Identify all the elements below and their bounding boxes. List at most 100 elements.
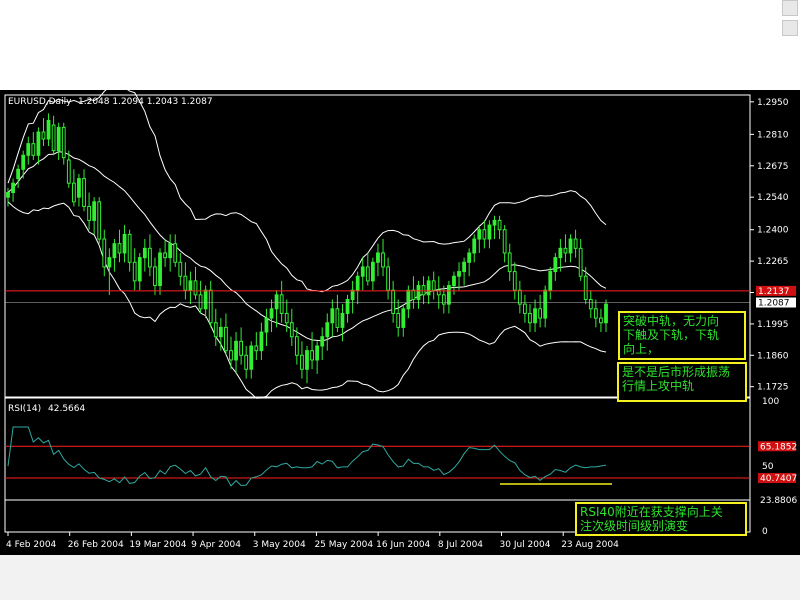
candle-body bbox=[573, 238, 578, 249]
candle-body bbox=[604, 303, 608, 324]
candle-body bbox=[16, 168, 21, 180]
rsi-lower-tag-label: 40.7407 bbox=[760, 474, 797, 484]
candle-body bbox=[507, 252, 512, 273]
candle-body bbox=[502, 229, 507, 254]
price-tick-label: 1.2400 bbox=[757, 226, 789, 236]
candle-body bbox=[517, 289, 522, 305]
candle-body bbox=[163, 252, 167, 259]
candle-body bbox=[401, 308, 406, 328]
candle-body bbox=[568, 238, 573, 254]
candle-body bbox=[300, 354, 304, 370]
candle-body bbox=[71, 182, 76, 203]
time-tick-label: 9 Apr 2004 bbox=[191, 540, 241, 550]
candle-body bbox=[284, 312, 289, 324]
candle-body bbox=[523, 303, 527, 314]
candle-body bbox=[274, 294, 279, 310]
candle bbox=[97, 197, 102, 244]
candle-body bbox=[173, 243, 178, 263]
candle-body bbox=[426, 280, 431, 296]
candle-body bbox=[249, 345, 254, 370]
candle-body bbox=[310, 350, 314, 361]
candle-body bbox=[279, 294, 284, 314]
price-tick-label: 1.2675 bbox=[757, 162, 789, 172]
candle-body bbox=[36, 131, 41, 156]
candle-body bbox=[259, 331, 264, 352]
annotation-note-2: 是不是后市形成振荡 行情上攻中轨 bbox=[617, 362, 747, 402]
candle-body bbox=[158, 252, 162, 287]
candle-body bbox=[355, 275, 360, 291]
candle-body bbox=[122, 233, 127, 254]
candle-body bbox=[92, 201, 97, 221]
candle-body bbox=[528, 312, 532, 324]
rsi-tick-label: 0 bbox=[762, 527, 768, 537]
candle-body bbox=[578, 247, 583, 277]
candle-body bbox=[188, 280, 193, 291]
candle-body bbox=[305, 350, 309, 370]
price-tick-label: 1.1995 bbox=[757, 320, 789, 330]
candle-body bbox=[168, 243, 173, 259]
symbol-label: EURUSD,Daily bbox=[8, 97, 72, 107]
candle-body bbox=[563, 247, 568, 254]
price-tick-label: 1.2540 bbox=[757, 193, 789, 203]
candle-body bbox=[229, 350, 233, 361]
candle-body bbox=[472, 238, 477, 254]
candle-body bbox=[46, 119, 51, 140]
candle-body bbox=[26, 143, 31, 156]
candle-body bbox=[462, 261, 466, 273]
candle-body bbox=[97, 201, 102, 240]
candle-body bbox=[56, 126, 61, 152]
time-tick-label: 4 Feb 2004 bbox=[6, 540, 57, 550]
candle-body bbox=[558, 247, 563, 259]
candle-body bbox=[376, 252, 380, 263]
ohlc-label: 1.2048 1.2094 1.2043 1.2087 bbox=[78, 97, 213, 107]
candle-body bbox=[66, 159, 71, 184]
candle-body bbox=[198, 294, 203, 310]
candle-body bbox=[447, 285, 451, 305]
candle-body bbox=[345, 298, 350, 314]
candle-body bbox=[112, 243, 117, 259]
candle-body bbox=[492, 219, 497, 226]
candle-body bbox=[218, 326, 223, 338]
candle-body bbox=[137, 257, 142, 282]
candle-body bbox=[6, 192, 10, 198]
rsi-tick-label: 100 bbox=[762, 397, 779, 407]
candle-body bbox=[294, 336, 299, 356]
candle-body bbox=[127, 233, 132, 263]
price-tick-label: 1.2950 bbox=[757, 98, 789, 108]
candle-body bbox=[61, 126, 66, 159]
price-tick-label: 1.2265 bbox=[757, 257, 789, 267]
candle-body bbox=[51, 124, 56, 152]
candle-body bbox=[588, 298, 593, 310]
candle-body bbox=[467, 252, 472, 263]
candle-body bbox=[41, 131, 46, 140]
price-tick-label: 1.2810 bbox=[757, 130, 789, 140]
price-tick-label: 1.1860 bbox=[757, 351, 789, 361]
time-tick-label: 23 Aug 2004 bbox=[561, 540, 619, 550]
rsi-support-tag-label: 23.8806 bbox=[760, 496, 797, 506]
candle-body bbox=[107, 257, 112, 268]
candle-body bbox=[482, 229, 487, 240]
candle-body bbox=[183, 275, 188, 291]
red-level-tag-label: 1.2137 bbox=[758, 287, 790, 297]
candle-body bbox=[82, 178, 86, 207]
annotation-note-3: RSI40附近在获支撑向上关 注次级时间级别演变 bbox=[575, 502, 747, 536]
candle-body bbox=[381, 252, 385, 268]
candle-body bbox=[77, 178, 81, 198]
rsi-tick-label: 50 bbox=[762, 462, 774, 472]
candle-body bbox=[289, 322, 294, 338]
candle-body bbox=[148, 247, 152, 268]
candle-body bbox=[234, 340, 238, 361]
candle-body bbox=[21, 154, 26, 170]
time-tick-label: 19 Mar 2004 bbox=[129, 540, 186, 550]
candle-body bbox=[553, 257, 558, 273]
candle-body bbox=[254, 345, 259, 352]
time-tick-label: 25 May 2004 bbox=[314, 540, 373, 550]
time-tick-label: 30 Jul 2004 bbox=[500, 540, 551, 550]
candle-body bbox=[599, 317, 603, 324]
bottom-scroll-area[interactable] bbox=[0, 555, 800, 600]
candle-body bbox=[178, 261, 183, 277]
candle-body bbox=[224, 326, 228, 352]
candle-body bbox=[117, 243, 122, 254]
rsi-upper-tag-label: 65.1852 bbox=[760, 442, 797, 452]
candle-body bbox=[421, 285, 426, 296]
